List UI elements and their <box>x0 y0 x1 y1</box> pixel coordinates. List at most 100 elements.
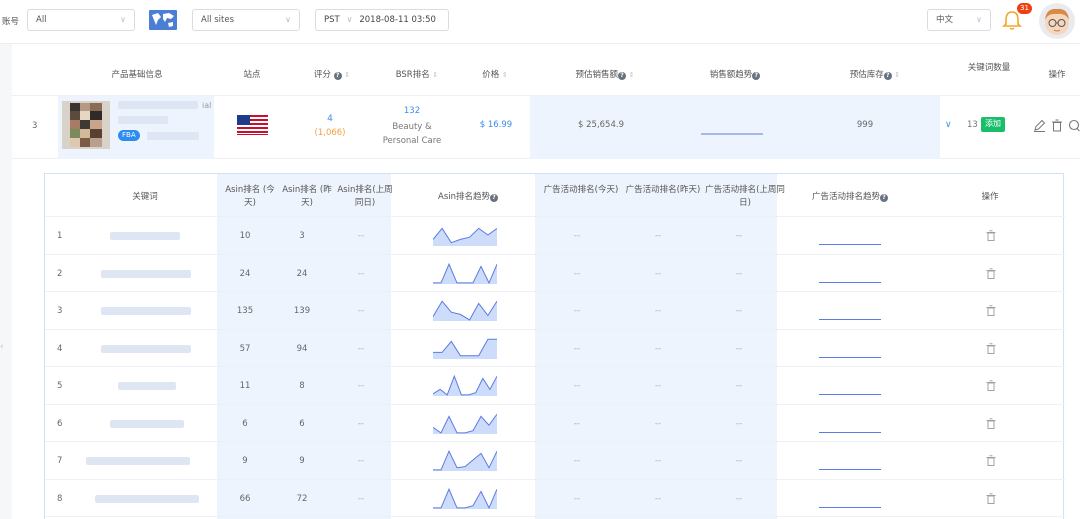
sort-icon[interactable]: ⇕ <box>344 71 350 79</box>
search-icon[interactable] <box>1068 119 1080 132</box>
kw-header-asin-yesterday[interactable]: Asin排名 (昨天) <box>280 184 334 210</box>
help-icon[interactable]: ? <box>490 194 498 202</box>
ad-rank-last-week: -- <box>735 231 743 241</box>
header-rating[interactable]: 评分 ? ⇕ <box>307 68 357 80</box>
header-est-sales[interactable]: 预估销售额? ⇕ <box>565 68 645 80</box>
sort-icon[interactable]: ⇕ <box>629 71 635 79</box>
sort-icon[interactable]: ⇕ <box>502 71 508 79</box>
sort-icon[interactable]: ⇕ <box>894 71 900 79</box>
chevron-down-icon: ∨ <box>285 15 291 24</box>
header-product-info: 产品基础信息 <box>111 70 163 80</box>
kw-header-ad-yesterday-label: 广告活动排名(昨天) <box>625 185 701 195</box>
sort-icon[interactable]: ⇕ <box>432 71 438 79</box>
kw-header-asin-last-week-label: Asin排名(上周同日) <box>337 185 393 208</box>
delete-icon[interactable] <box>1051 119 1063 132</box>
keyword-row-index: 4 <box>57 343 63 354</box>
rating-value: 4 <box>327 114 333 124</box>
delete-icon[interactable] <box>986 342 996 354</box>
header-bsr-rank[interactable]: BSR排名 ⇕ <box>387 68 447 80</box>
delete-icon[interactable] <box>986 380 996 391</box>
delete-icon[interactable] <box>986 305 996 316</box>
expand-chevron-icon[interactable]: ∨ <box>945 120 952 130</box>
ad-rank-yesterday: -- <box>654 268 662 279</box>
asin-rank-today: 135 <box>236 306 254 316</box>
delete-icon[interactable] <box>986 267 996 279</box>
asin-rank-trend-sparkline <box>433 300 497 321</box>
timezone-value: PST <box>324 15 340 25</box>
account-select[interactable]: All ∨ <box>27 9 135 31</box>
timezone-datetime-select[interactable]: PST ∨ 2018-08-11 03:50 <box>315 9 449 31</box>
ad-rank-last-week: -- <box>735 268 743 279</box>
keyword-row[interactable]: 8 66 72 -- -- -- -- <box>45 480 1065 517</box>
header-bsr-label: BSR排名 <box>395 70 430 80</box>
ad-rank-yesterday: -- <box>654 306 662 316</box>
asin-rank-last-week: -- <box>357 306 365 316</box>
asin-rank-today: 11 <box>239 381 251 391</box>
ad-rank-trend-line <box>819 469 881 470</box>
product-row[interactable]: 3 ial FBA 4 (1,066) 132 Beauty & Persona… <box>12 96 1080 159</box>
ad-rank-trend-line <box>819 319 881 320</box>
site-select[interactable]: All sites ∨ <box>192 9 300 31</box>
keyword-row[interactable]: 2 24 24 -- -- -- -- <box>45 255 1065 292</box>
kw-header-asin-last-week[interactable]: Asin排名(上周同日) <box>334 184 396 210</box>
asin-rank-yesterday: 94 <box>296 343 308 354</box>
bsr-rank-value[interactable]: 132 <box>397 106 427 116</box>
help-icon[interactable]: ? <box>880 194 888 202</box>
ad-rank-yesterday: -- <box>654 456 662 466</box>
main-panel: 产品基础信息 站点 评分 ? ⇕ BSR排名 ⇕ 价格 ⇕ 预估销售额? ⇕ 销… <box>12 44 1080 519</box>
asin-rank-last-week: -- <box>357 343 365 354</box>
ad-rank-trend-line <box>819 281 881 283</box>
header-rating-label: 评分 <box>313 70 331 80</box>
kw-header-ad-today[interactable]: 广告活动排名(今天) <box>541 184 621 197</box>
ad-rank-today: -- <box>573 268 581 279</box>
add-keyword-button[interactable]: 添加 <box>981 117 1005 132</box>
header-site: 站点 <box>243 70 261 80</box>
header-est-stock[interactable]: 预估库存? ⇕ <box>835 68 915 80</box>
header-price[interactable]: 价格 ⇕ <box>475 68 515 80</box>
review-count[interactable]: (1,066) <box>308 128 352 138</box>
keyword-row[interactable]: 6 6 6 -- -- -- -- <box>45 405 1065 442</box>
ad-rank-last-week: -- <box>735 418 743 429</box>
product-title-blurred <box>118 101 198 109</box>
keyword-row-index: 1 <box>57 231 63 241</box>
kw-header-asin-today[interactable]: Asin排名 (今天) <box>223 184 277 210</box>
est-stock-value: 999 <box>856 120 874 130</box>
delete-icon[interactable] <box>986 230 996 241</box>
chevron-down-icon: ∨ <box>120 15 126 24</box>
delete-icon[interactable] <box>986 417 996 429</box>
keyword-row[interactable]: 5 11 8 -- -- -- -- <box>45 367 1065 405</box>
world-map-icon[interactable] <box>149 10 177 30</box>
keyword-blurred <box>101 307 191 315</box>
kw-header-ad-yesterday[interactable]: 广告活动排名(昨天) <box>623 184 703 197</box>
delete-icon[interactable] <box>986 492 996 504</box>
header-est-sales-label: 预估销售额 <box>575 70 618 80</box>
keyword-count-value: 13 <box>967 120 978 130</box>
product-thumbnail[interactable] <box>62 101 110 149</box>
asin-rank-trend-sparkline <box>433 227 497 246</box>
help-icon[interactable]: ? <box>333 72 342 80</box>
delete-icon[interactable] <box>986 455 996 466</box>
language-select[interactable]: 中文 ∨ <box>927 9 991 31</box>
header-keyword-count: 关键词数量 <box>967 63 1011 73</box>
keyword-row[interactable]: 3 135 139 -- -- -- -- <box>45 292 1065 330</box>
kw-header-ad-last-week[interactable]: 广告活动排名(上周同日) <box>705 184 785 210</box>
collapse-left-icon[interactable]: ‹ <box>0 342 4 352</box>
keyword-row[interactable]: 7 9 9 -- -- -- -- <box>45 442 1065 480</box>
asin-rank-last-week: -- <box>357 418 365 429</box>
kw-header-ad-today-label: 广告活动排名(今天) <box>543 185 619 195</box>
keyword-blurred <box>95 494 199 503</box>
asin-rank-today: 24 <box>239 268 251 279</box>
keyword-blurred <box>101 344 191 353</box>
keyword-row-index: 8 <box>57 493 63 504</box>
help-icon[interactable]: ? <box>752 72 761 80</box>
ad-rank-trend-line <box>819 244 881 245</box>
help-icon[interactable]: ? <box>617 72 626 80</box>
keyword-row[interactable]: 4 57 94 -- -- -- -- <box>45 330 1065 367</box>
edit-icon[interactable] <box>1033 119 1046 132</box>
avatar[interactable] <box>1039 3 1075 39</box>
help-icon[interactable]: ? <box>883 72 892 80</box>
ad-rank-yesterday: -- <box>654 343 662 354</box>
keyword-row[interactable]: 1 10 3 -- -- -- -- <box>45 217 1065 255</box>
ad-rank-today: -- <box>573 418 581 429</box>
product-asin-blurred <box>147 132 199 140</box>
